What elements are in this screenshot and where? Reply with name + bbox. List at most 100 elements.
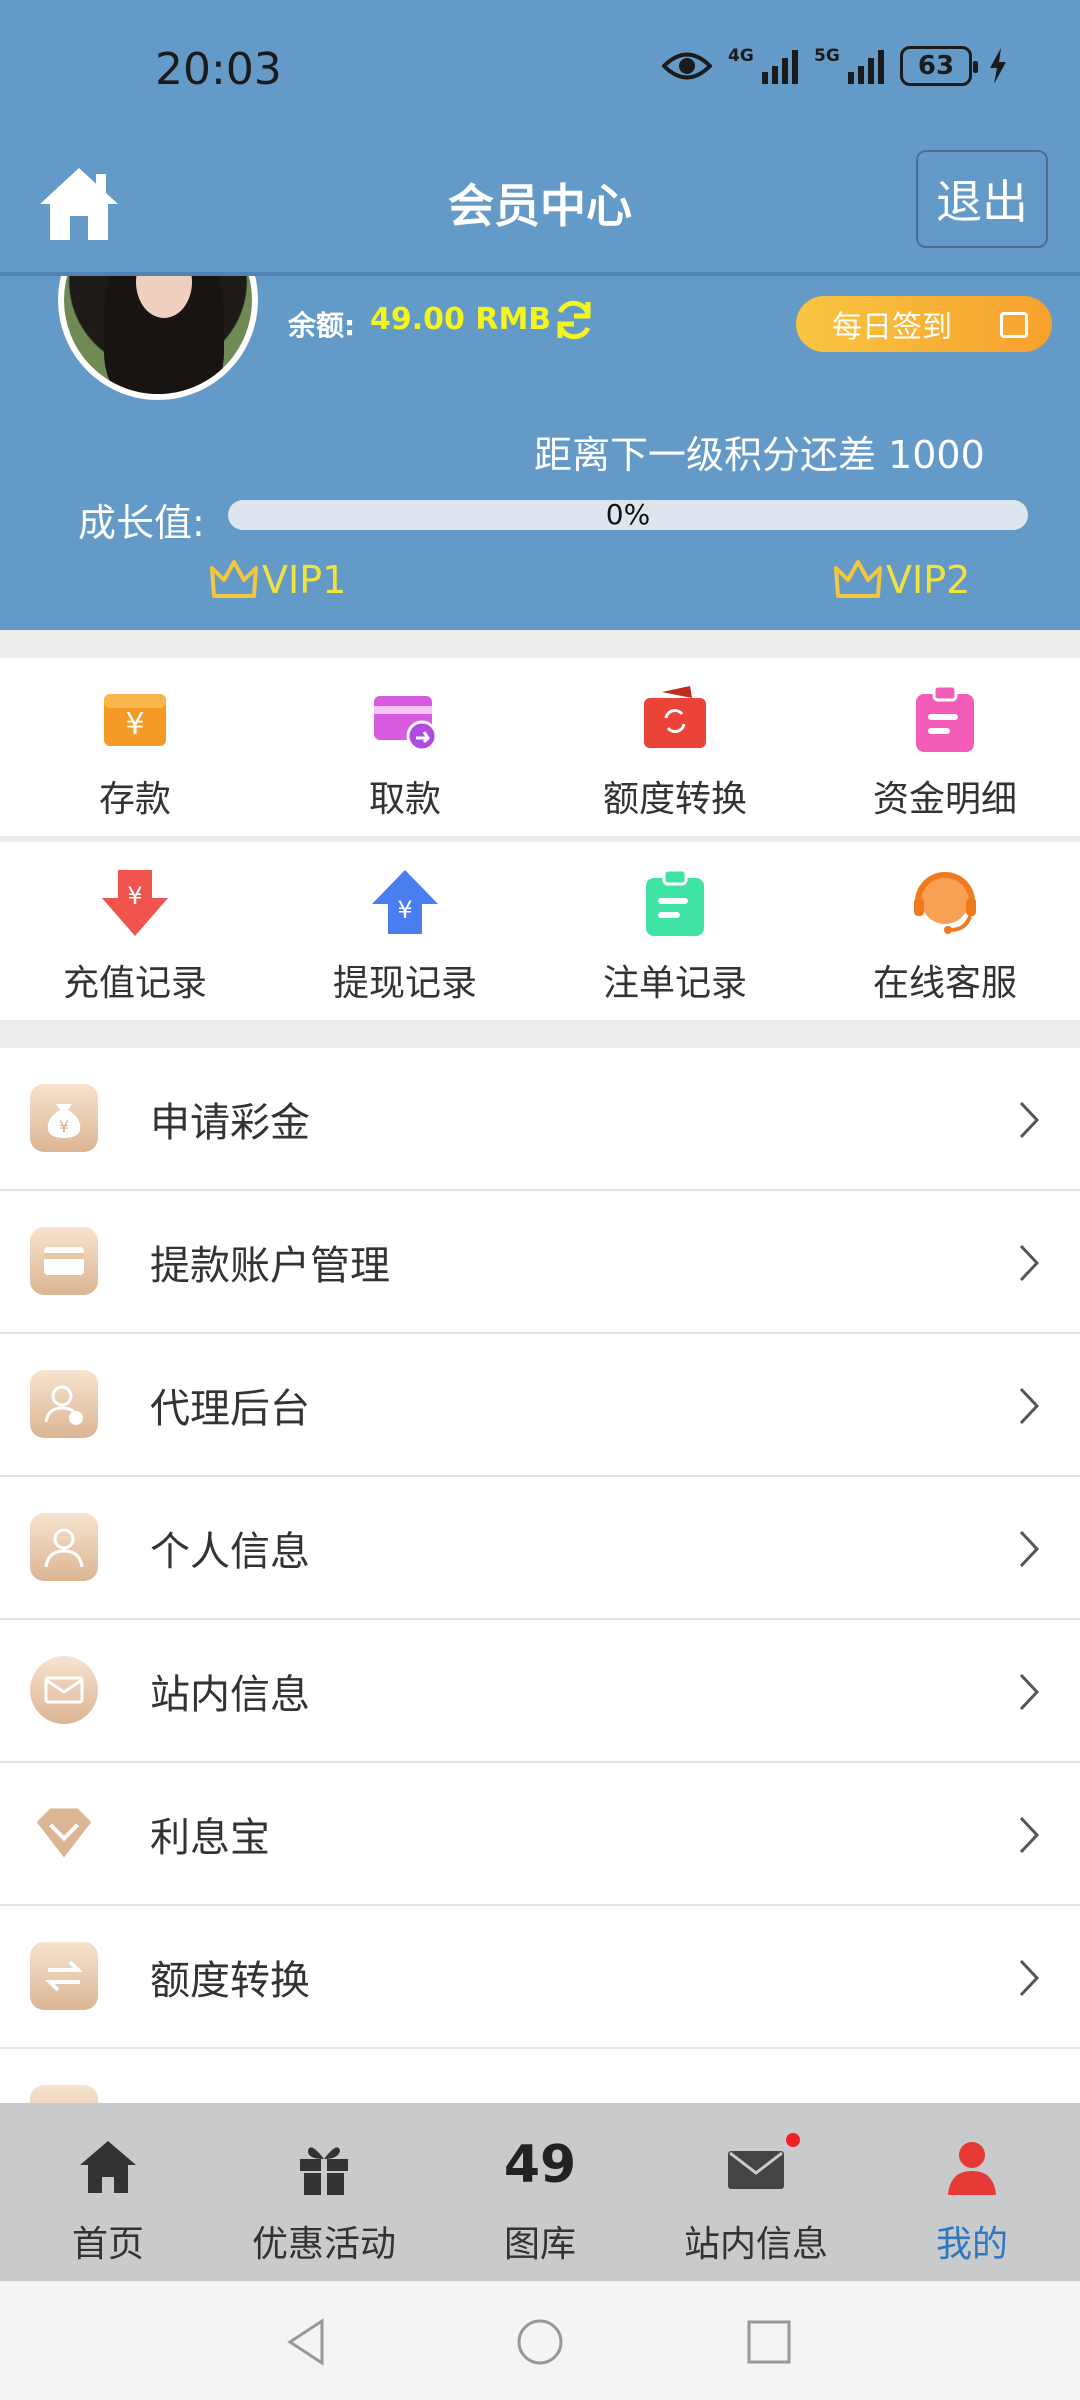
clipboard-icon — [646, 868, 704, 936]
calendar-icon — [1000, 312, 1028, 338]
back-icon[interactable] — [282, 2317, 332, 2367]
tab-label: 站内信息 — [683, 2224, 828, 2265]
menu-list: ¥ 申请彩金 提款账户管理 代理后台 个人信息 站内信息 利息宝 额度转换 — [0, 1048, 1080, 2103]
next-vip-label: VIP2 — [886, 558, 971, 602]
current-vip-badge: VIP1 — [210, 558, 346, 602]
logout-button[interactable]: 退出 — [916, 150, 1048, 248]
tab-label: 我的 — [935, 2224, 1008, 2265]
withdraw-card-icon — [374, 696, 438, 752]
record-action-label: 提现记录 — [332, 963, 477, 1004]
quick-action-transfer[interactable]: 额度转换 — [540, 658, 810, 836]
nav-divider — [0, 272, 1080, 276]
chevron-right-icon — [1019, 1673, 1040, 1711]
tab-mine[interactable]: 我的 — [864, 2103, 1080, 2281]
mail-icon — [30, 1656, 98, 1724]
recents-icon[interactable] — [744, 2317, 794, 2367]
record-action-label: 在线客服 — [872, 963, 1017, 1004]
menu-item-label: 提款账户管理 — [150, 1243, 390, 1289]
daily-signin-button[interactable]: 每日签到 — [796, 296, 1052, 352]
money-bag-icon: ¥ — [30, 1084, 98, 1152]
signal-4g-icon: 4G — [728, 46, 798, 84]
menu-item-label: 额度转换 — [150, 1958, 310, 2004]
record-action-label: 充值记录 — [62, 963, 207, 1004]
crown-icon — [834, 560, 882, 598]
record-action-label: 注单记录 — [602, 963, 747, 1004]
menu-item-messages[interactable]: 站内信息 — [0, 1620, 1080, 1763]
menu-item-credit-transfer[interactable]: 额度转换 — [0, 1906, 1080, 2049]
balance-label: 余额: — [288, 309, 356, 342]
quick-action-deposit[interactable]: ¥ 存款 — [0, 658, 270, 836]
quick-action-fund-details[interactable]: 资金明细 — [810, 658, 1080, 836]
svg-text:¥: ¥ — [397, 896, 412, 924]
svg-text:¥: ¥ — [59, 1117, 69, 1136]
quick-action-label: 取款 — [368, 779, 441, 820]
record-action-bets[interactable]: 注单记录 — [540, 842, 810, 1020]
headset-icon — [914, 872, 976, 934]
growth-label: 成长值: — [78, 501, 205, 545]
tab-promotions[interactable]: 优惠活动 — [216, 2103, 432, 2281]
chevron-right-icon — [1019, 1816, 1040, 1854]
growth-progress-bar: 0% — [228, 498, 1028, 531]
quick-action-label: 存款 — [98, 779, 171, 820]
home-circle-icon[interactable] — [515, 2317, 565, 2367]
eye-icon — [662, 52, 712, 80]
home-icon — [80, 2141, 136, 2193]
quick-actions-row: ¥ 存款 取款 额度转换 资金明细 — [0, 658, 1080, 836]
up-arrow-yuan-icon: ¥ — [372, 870, 438, 934]
gift-icon — [300, 2147, 348, 2195]
agent-user-icon — [30, 1370, 98, 1438]
crown-icon — [210, 560, 258, 598]
menu-item-withdraw-accounts[interactable]: 提款账户管理 — [0, 1191, 1080, 1334]
down-arrow-yuan-icon: ¥ — [102, 870, 168, 936]
menu-item-label: 站内信息 — [150, 1672, 310, 1718]
nav-bar: 会员中心 退出 — [0, 140, 1080, 272]
refresh-icon[interactable] — [552, 298, 596, 342]
status-icons: 4G 5G 63 — [662, 46, 1008, 86]
menu-item-interest-treasure[interactable]: 利息宝 — [0, 1763, 1080, 1906]
signal-5g-icon: 5G — [814, 46, 884, 84]
system-nav-bar — [0, 2281, 1080, 2400]
card-icon — [30, 1227, 98, 1295]
menu-item-label: 个人信息 — [150, 1529, 310, 1575]
diamond-icon — [30, 1799, 98, 1867]
status-bar: 20:03 4G 5G 63 — [0, 0, 1080, 140]
menu-item-label: 利息宝 — [150, 1815, 270, 1861]
tab-label: 优惠活动 — [251, 2224, 396, 2265]
tab-home[interactable]: 首页 — [0, 2103, 216, 2281]
menu-item-partial[interactable] — [0, 2049, 1080, 2103]
charging-icon — [990, 48, 1006, 84]
mail-icon — [728, 2151, 784, 2189]
chevron-right-icon — [1019, 1387, 1040, 1425]
tab-gallery[interactable]: 49 图库 — [432, 2103, 648, 2281]
tab-messages[interactable]: 站内信息 — [648, 2103, 864, 2281]
menu-item-apply-bonus[interactable]: ¥ 申请彩金 — [0, 1048, 1080, 1191]
record-action-recharge[interactable]: ¥ 充值记录 — [0, 842, 270, 1020]
gallery-49-icon: 49 — [503, 2135, 577, 2195]
svg-text:¥: ¥ — [125, 707, 144, 742]
user-icon — [30, 1513, 98, 1581]
menu-item-label: 代理后台 — [150, 1386, 310, 1432]
balance-value: 49.00 RMB — [370, 302, 552, 337]
menu-item-agent-backend[interactable]: 代理后台 — [0, 1334, 1080, 1477]
clipboard-icon — [916, 684, 974, 752]
growth-percent: 0% — [605, 498, 651, 531]
chevron-right-icon — [1019, 1101, 1040, 1139]
quick-action-withdraw[interactable]: 取款 — [270, 658, 540, 836]
record-action-support[interactable]: 在线客服 — [810, 842, 1080, 1020]
quick-action-label: 资金明细 — [872, 779, 1017, 820]
user-icon — [948, 2142, 996, 2195]
next-vip-badge: VIP2 — [834, 558, 970, 602]
record-actions-row: ¥ 充值记录 ¥ 提现记录 注单记录 在线客服 — [0, 842, 1080, 1020]
daily-signin-label: 每日签到 — [832, 310, 952, 345]
bottom-tab-bar: 首页 优惠活动 49 图库 站内信息 我的 — [0, 2103, 1080, 2281]
menu-item-personal-info[interactable]: 个人信息 — [0, 1477, 1080, 1620]
chevron-right-icon — [1019, 1959, 1040, 1997]
current-vip-label: VIP1 — [262, 558, 347, 602]
status-time: 20:03 — [155, 44, 282, 95]
battery-icon: 63 — [900, 46, 978, 86]
svg-text:¥: ¥ — [127, 882, 142, 910]
next-level-text: 距离下一级积分还差 1000 — [534, 433, 985, 477]
record-action-withdraw[interactable]: ¥ 提现记录 — [270, 842, 540, 1020]
chevron-right-icon — [1019, 1530, 1040, 1568]
chevron-right-icon — [1019, 1244, 1040, 1282]
